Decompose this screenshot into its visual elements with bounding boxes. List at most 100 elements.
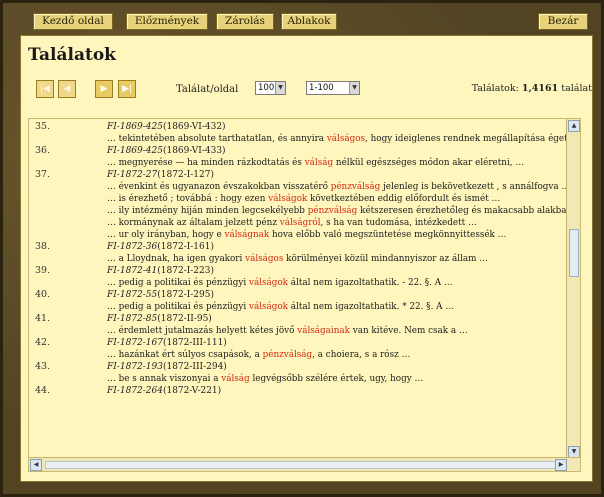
result-item: 40. FI-1872-55(1872-I-295)… pedig a polit… — [29, 289, 567, 313]
highlighted-term: válságnak — [224, 230, 270, 240]
last-page-button[interactable]: ▶| — [118, 80, 136, 98]
result-source-id[interactable]: FI-1869-425 — [107, 122, 163, 132]
result-source-id[interactable]: FI-1872-55 — [107, 290, 157, 300]
result-snippet: … kormánynak az általam jelzett pénz vál… — [107, 217, 567, 229]
result-count-value: 1,4161 — [521, 83, 559, 94]
result-reference[interactable]: FI-1872-264(1872-V-221) — [107, 385, 567, 397]
lock-button[interactable]: Zárolás — [216, 13, 274, 30]
result-date: (1872-I-223) — [157, 266, 214, 276]
result-source-id[interactable]: FI-1872-264 — [107, 386, 163, 396]
next-page-button[interactable]: ▶ — [95, 80, 113, 98]
result-reference[interactable]: FI-1872-55(1872-I-295) — [107, 289, 567, 301]
scroll-right-icon[interactable]: ▶ — [555, 459, 567, 471]
snippet-text: … ily intézmény hiján minden legcsekélye… — [107, 206, 308, 216]
result-item: 43. FI-1872-193(1872-III-294)… be s annak… — [29, 361, 567, 385]
result-date: (1872-I-295) — [157, 290, 214, 300]
result-snippet: … a Lloydnak, ha igen gyakori válságos k… — [107, 253, 567, 265]
vertical-scrollbar[interactable]: ▲ ▼ — [566, 119, 580, 459]
result-item: 39. FI-1872-41(1872-I-223)… pedig a polit… — [29, 265, 567, 289]
result-item: 38. FI-1872-36(1872-I-161)… a Lloydnak, h… — [29, 241, 567, 265]
results-rows: 35. FI-1869-425(1869-VI-432)… tekintetébe… — [29, 121, 567, 397]
result-snippet: … pedig a politikai és pénzügyi válságok… — [107, 301, 567, 313]
highlighted-term: válságok — [248, 302, 289, 312]
horizontal-scrollbar[interactable]: ◀ ▶ — [29, 457, 580, 471]
snippet-text: … érdemlett jutalmazás helyett kétes jöv… — [107, 326, 298, 336]
snippet-text: … pedig a politikai és pénzügyi — [107, 302, 249, 312]
dropdown-arrow-icon: ▼ — [275, 82, 285, 94]
history-button[interactable]: Előzmények — [126, 13, 208, 30]
result-source-id[interactable]: FI-1872-41 — [107, 266, 157, 276]
result-source-id[interactable]: FI-1869-425 — [107, 146, 163, 156]
result-reference[interactable]: FI-1869-425(1869-VI-432) — [107, 121, 567, 133]
snippet-text: van kitéve. Nem csak a … — [349, 326, 468, 336]
snippet-text: , s ha van tudomása, intézkedett … — [320, 218, 477, 228]
close-button[interactable]: Bezár — [538, 13, 588, 30]
dropdown-arrow-icon: ▼ — [349, 82, 359, 94]
result-count-label: Találatok: — [471, 83, 519, 94]
result-reference[interactable]: FI-1872-85(1872-II-95) — [107, 313, 567, 325]
snippet-text: … hazánkat ért súlyos csapások, a — [107, 350, 263, 360]
next-page-icon: ▶ — [100, 84, 108, 94]
result-number: 41. — [35, 313, 51, 324]
result-item: 44. FI-1872-264(1872-V-221) — [29, 385, 567, 397]
result-reference[interactable]: FI-1869-425(1869-VI-433) — [107, 145, 567, 157]
highlighted-term: válságok — [248, 278, 289, 288]
snippet-text: … be s annak viszonyai a — [107, 374, 222, 384]
home-button[interactable]: Kezdő oldal — [33, 13, 113, 30]
result-number: 39. — [35, 265, 51, 276]
result-reference[interactable]: FI-1872-41(1872-I-223) — [107, 265, 567, 277]
horizontal-scroll-thumb[interactable] — [45, 461, 565, 469]
snippet-text: jelenleg is bekövetkezett , s annálfogva… — [380, 182, 567, 192]
result-snippet: … évenkint és ugyanazon évszakokban viss… — [107, 181, 567, 193]
last-page-icon: ▶| — [122, 84, 132, 94]
result-reference[interactable]: FI-1872-27(1872-I-127) — [107, 169, 567, 181]
result-reference[interactable]: FI-1872-167(1872-III-111) — [107, 337, 567, 349]
result-snippet: … ily intézmény hiján minden legcsekélye… — [107, 205, 567, 217]
result-number: 40. — [35, 289, 51, 300]
result-snippet: … tekintetében absolute tarthatatlan, és… — [107, 133, 567, 145]
result-date: (1872-III-111) — [162, 338, 227, 348]
result-date: (1872-V-221) — [162, 386, 222, 396]
result-reference[interactable]: FI-1872-193(1872-III-294) — [107, 361, 567, 373]
snippet-text: , a choiera, s a rósz … — [312, 350, 411, 360]
snippet-text: legvégsőbb szélére értek, ugy, hogy … — [249, 374, 424, 384]
result-item: 35. FI-1869-425(1869-VI-432)… tekintetébe… — [29, 121, 567, 145]
scroll-thumb[interactable] — [569, 229, 579, 277]
prev-page-button[interactable]: ◀ — [58, 80, 76, 98]
first-page-button[interactable]: |◀ — [36, 80, 54, 98]
highlighted-term: válságos — [245, 254, 284, 264]
result-snippet: … is érezhető ; továbbá : hogy ezen váls… — [107, 193, 567, 205]
result-number: 44. — [35, 385, 51, 396]
snippet-text: … pedig a politikai és pénzügyi — [107, 278, 249, 288]
result-item: 37. FI-1872-27(1872-I-127)… évenkint és u… — [29, 169, 567, 241]
highlighted-term: válságról — [279, 218, 321, 228]
result-source-id[interactable]: FI-1872-36 — [107, 242, 157, 252]
result-snippet: … ur oly irányban, hogy e válságnak hova… — [107, 229, 567, 241]
result-source-id[interactable]: FI-1872-193 — [107, 362, 163, 372]
result-number: 38. — [35, 241, 51, 252]
scroll-left-icon[interactable]: ◀ — [30, 459, 42, 471]
result-source-id[interactable]: FI-1872-27 — [107, 170, 157, 180]
windows-button[interactable]: Ablakok — [281, 13, 337, 30]
result-reference[interactable]: FI-1872-36(1872-I-161) — [107, 241, 567, 253]
snippet-text: … a Lloydnak, ha igen gyakori — [107, 254, 246, 264]
scroll-up-icon[interactable]: ▲ — [568, 120, 580, 132]
result-date: (1872-II-95) — [157, 314, 212, 324]
result-snippet: … érdemlett jutalmazás helyett kétes jöv… — [107, 325, 567, 337]
highlighted-term: válságos — [326, 134, 366, 144]
per-page-select[interactable]: 100 ▼ — [255, 81, 286, 95]
result-snippet: … hazánkat ért súlyos csapások, a pénzvá… — [107, 349, 567, 361]
range-select[interactable]: 1-100 ▼ — [306, 81, 360, 95]
result-item: 42. FI-1872-167(1872-III-111)… hazánkat é… — [29, 337, 567, 361]
result-snippet: … pedig a politikai és pénzügyi válságok… — [107, 277, 567, 289]
result-number: 42. — [35, 337, 51, 348]
result-source-id[interactable]: FI-1872-85 — [107, 314, 157, 324]
result-source-id[interactable]: FI-1872-167 — [107, 338, 163, 348]
snippet-text: következtében eddig előfordult és ismét … — [307, 194, 501, 204]
snippet-text: … évenkint és ugyanazon évszakokban viss… — [107, 182, 331, 192]
results-list: 35. FI-1869-425(1869-VI-432)… tekintetébe… — [28, 118, 581, 472]
result-date: (1869-VI-432) — [162, 122, 226, 132]
highlighted-term: pénzválság — [330, 182, 381, 192]
first-page-icon: |◀ — [40, 84, 50, 94]
per-page-value: 100 — [258, 83, 275, 93]
